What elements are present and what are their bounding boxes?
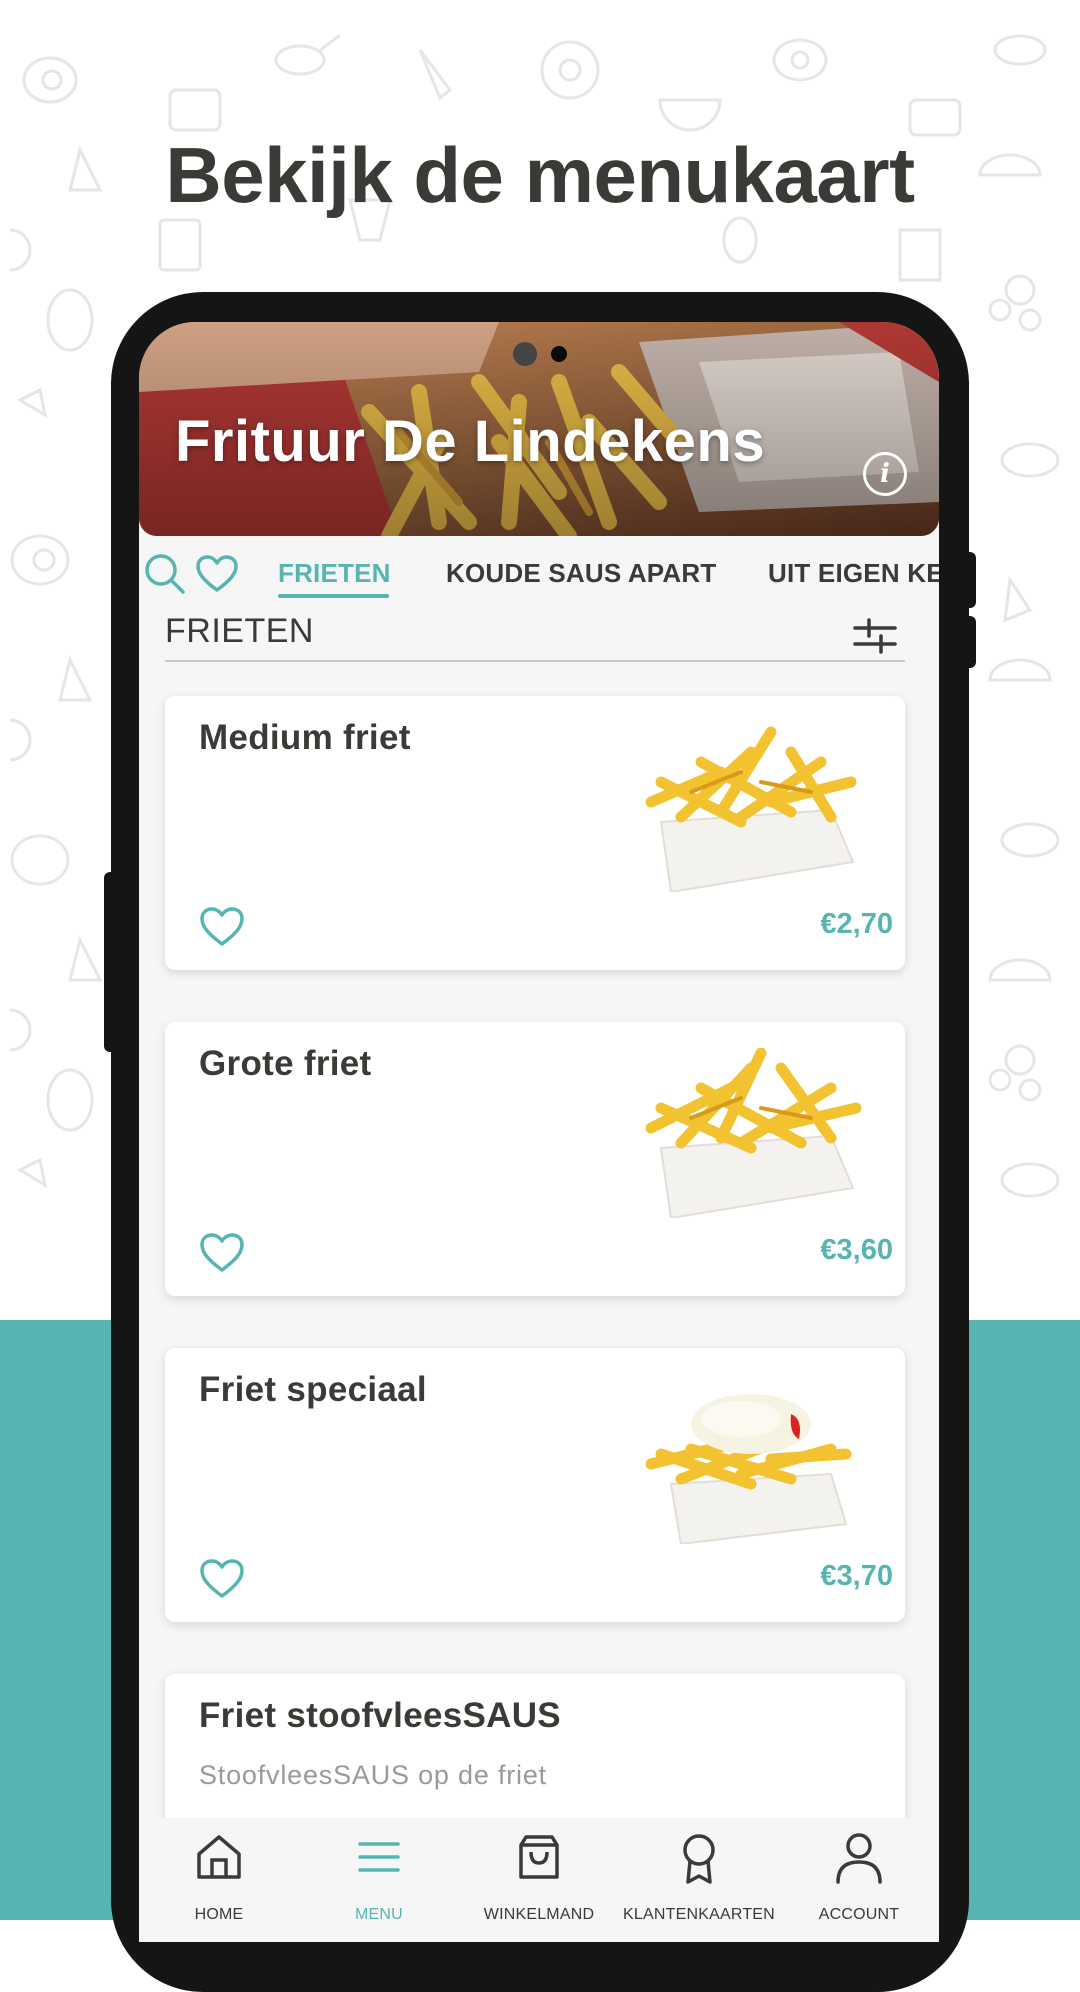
product-name: Friet stoofvleesSAUS [199, 1696, 561, 1735]
product-name: Grote friet [199, 1044, 372, 1083]
product-name: Medium friet [199, 718, 411, 757]
user-icon [836, 1833, 882, 1884]
product-card[interactable]: Friet speciaal €3,70 [165, 1348, 905, 1622]
fries-large-image [645, 1048, 862, 1218]
front-camera-sensor [551, 346, 567, 362]
product-name: Friet speciaal [199, 1370, 427, 1409]
nav-winkelmand[interactable]: WINKELMAND [459, 1818, 619, 1942]
product-card[interactable]: Grote friet €3,60 [165, 1022, 905, 1296]
tab-uit-eigen-keuken[interactable]: UIT EIGEN KE [768, 558, 939, 589]
nav-label: HOME [194, 1906, 244, 1923]
menu-icon [358, 1842, 400, 1872]
product-price: €2,70 [820, 908, 893, 940]
page-headline: Bekijk de menukaart [165, 131, 915, 219]
heart-icon[interactable] [199, 1232, 245, 1274]
front-camera [513, 342, 537, 366]
fries-medium-image [645, 726, 857, 892]
nav-home[interactable]: HOME [139, 1818, 299, 1942]
tab-frieten[interactable]: FRIETEN [278, 558, 391, 589]
award-icon [683, 1834, 715, 1884]
product-price: €3,70 [820, 1560, 893, 1592]
section-title: FRIETEN [165, 612, 314, 650]
product-price: €3,60 [820, 1234, 893, 1266]
phone-side-button [104, 872, 116, 1052]
restaurant-name: Frituur De Lindekens [175, 409, 766, 474]
tab-koude-saus-apart[interactable]: KOUDE SAUS APART [446, 558, 716, 589]
bottom-navigation: HOME MENU WINKELMAND KLANTENKAARTEN ACCO… [139, 1818, 939, 1942]
nav-label: MENU [355, 1906, 403, 1923]
info-icon[interactable]: i [863, 452, 907, 496]
shopping-bag-icon [519, 1835, 559, 1879]
sliders-icon[interactable] [853, 616, 897, 656]
app-screen: Frituur De Lindekens i FRIETEN KOUDE SAU… [139, 322, 939, 1942]
heart-icon[interactable] [199, 1558, 245, 1600]
phone-side-button [962, 552, 976, 608]
product-description: StoofvleesSAUS op de friet [199, 1760, 547, 1790]
search-icon[interactable] [143, 552, 187, 596]
nav-label: WINKELMAND [483, 1906, 595, 1923]
nav-label: KLANTENKAARTEN [623, 1906, 775, 1923]
nav-klantenkaarten[interactable]: KLANTENKAARTEN [619, 1818, 779, 1942]
section-header: FRIETEN [165, 610, 905, 662]
nav-label: ACCOUNT [818, 1906, 900, 1923]
heart-icon[interactable] [199, 906, 245, 948]
fries-special-image [645, 1394, 852, 1544]
heart-icon[interactable] [195, 554, 239, 594]
product-card[interactable]: Medium friet €2,70 [165, 696, 905, 970]
nav-account[interactable]: ACCOUNT [779, 1818, 939, 1942]
category-tabs: FRIETEN KOUDE SAUS APART UIT EIGEN KE [139, 544, 939, 606]
nav-menu[interactable]: MENU [299, 1818, 459, 1942]
phone-side-button [962, 616, 976, 668]
restaurant-banner: Frituur De Lindekens i [139, 322, 939, 536]
home-icon [197, 1835, 241, 1879]
active-tab-indicator [278, 594, 389, 598]
